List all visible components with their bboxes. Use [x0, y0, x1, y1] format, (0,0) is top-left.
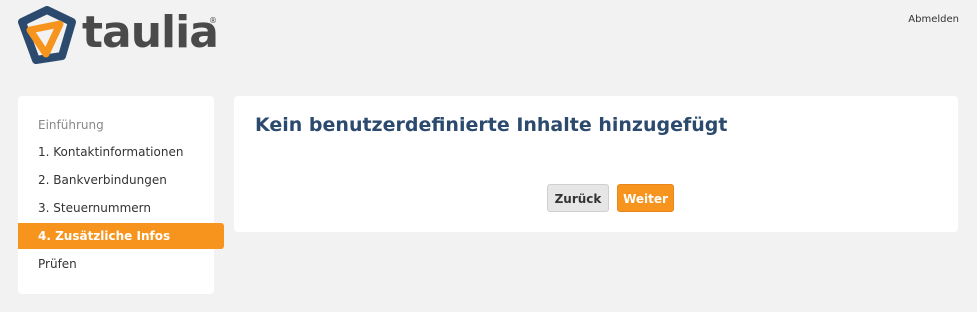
page-title: Kein benutzerdefinierte Inhalte hinzugef…: [255, 114, 728, 136]
back-button[interactable]: Zurück: [547, 184, 609, 212]
step-bank-connections[interactable]: 2. Bankverbindungen: [18, 167, 214, 193]
brand-name: taulia: [82, 7, 219, 58]
main-panel: Kein benutzerdefinierte Inhalte hinzugef…: [234, 96, 958, 232]
step-tax-numbers[interactable]: 3. Steuernummern: [18, 195, 214, 221]
taulia-logo: taulia ®: [16, 6, 226, 64]
wizard-sidebar: Einführung 1. Kontaktinformationen 2. Ba…: [18, 96, 224, 294]
signout-link[interactable]: Abmelden: [908, 14, 959, 25]
registered-mark: ®: [209, 16, 217, 25]
next-button[interactable]: Weiter: [617, 184, 674, 212]
step-review[interactable]: Prüfen: [18, 251, 214, 277]
sidebar-heading-intro[interactable]: Einführung: [38, 118, 104, 132]
taulia-logo-icon: [18, 6, 76, 64]
step-contact-info[interactable]: 1. Kontaktinformationen: [18, 139, 214, 165]
step-additional-info[interactable]: 4. Zusätzliche Infos: [18, 223, 224, 249]
